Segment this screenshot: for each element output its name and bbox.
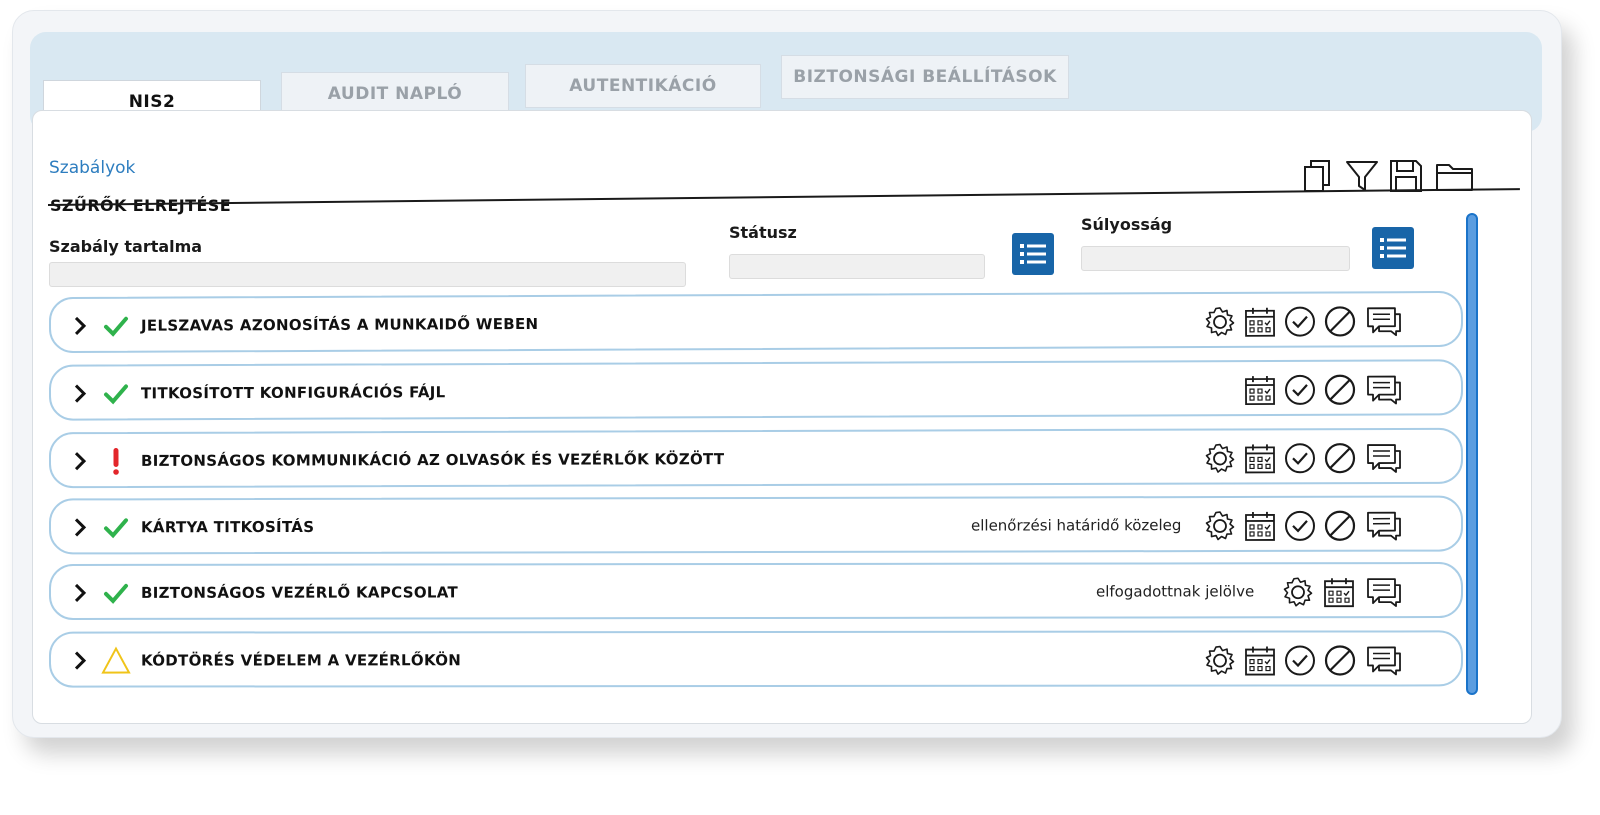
gear-icon[interactable] xyxy=(1281,575,1315,609)
exclamation-icon xyxy=(101,446,131,476)
chevron-right-icon[interactable] xyxy=(71,315,89,337)
calendar-icon[interactable] xyxy=(1243,441,1277,475)
rule-content-label: Szabály tartalma xyxy=(49,237,203,256)
calendar-icon[interactable] xyxy=(1243,373,1277,407)
rule-title: KÓDTÖRÉS VÉDELEM A VEZÉRLŐKÖN xyxy=(140,651,462,670)
block-icon[interactable] xyxy=(1323,509,1357,543)
vertical-scrollbar[interactable] xyxy=(1466,213,1478,695)
severity-list-button[interactable] xyxy=(1372,227,1414,269)
rule-title: BIZTONSÁGOS VEZÉRLŐ KAPCSOLAT xyxy=(140,583,459,602)
block-icon[interactable] xyxy=(1323,441,1357,475)
rule-content-input[interactable] xyxy=(49,262,686,287)
warning-triangle-icon xyxy=(101,646,131,676)
rule-row[interactable]: KÓDTÖRÉS VÉDELEM A VEZÉRLŐKÖN xyxy=(48,630,1464,688)
gear-icon[interactable] xyxy=(1203,441,1237,475)
comment-icon[interactable] xyxy=(1365,304,1403,338)
rule-row[interactable]: TITKOSÍTOTT KONFIGURÁCIÓS FÁJL xyxy=(48,359,1464,421)
block-icon[interactable] xyxy=(1323,304,1357,338)
rule-title: TITKOSÍTOTT KONFIGURÁCIÓS FÁJL xyxy=(140,383,446,403)
comment-icon[interactable] xyxy=(1365,643,1403,677)
save-icon[interactable] xyxy=(1386,156,1426,196)
severity-label: Súlyosság xyxy=(1081,215,1173,234)
calendar-icon[interactable] xyxy=(1243,305,1277,339)
copy-icon[interactable] xyxy=(1298,156,1338,196)
comment-icon[interactable] xyxy=(1365,373,1403,407)
rule-row[interactable]: BIZTONSÁGOS KOMMUNIKÁCIÓ AZ OLVASÓK ÉS V… xyxy=(48,427,1464,489)
calendar-icon[interactable] xyxy=(1243,509,1277,543)
folder-icon[interactable] xyxy=(1434,156,1476,196)
block-icon[interactable] xyxy=(1323,373,1357,407)
checkmark-icon xyxy=(101,378,131,408)
tab-authentication[interactable]: AUTENTIKÁCIÓ xyxy=(525,64,761,108)
rule-note: elfogadottnak jelölve xyxy=(1095,582,1255,601)
rule-title: KÁRTYA TITKOSÍTÁS xyxy=(140,517,315,537)
breadcrumb[interactable]: Szabályok xyxy=(49,158,135,178)
checkmark-icon xyxy=(101,578,131,608)
comment-icon[interactable] xyxy=(1365,575,1403,609)
chevron-right-icon[interactable] xyxy=(71,650,89,672)
tab-security-settings[interactable]: BIZTONSÁGI BEÁLLÍTÁSOK xyxy=(781,55,1069,99)
list-icon xyxy=(1380,238,1406,258)
filter-icon[interactable] xyxy=(1342,156,1382,196)
comment-icon[interactable] xyxy=(1365,441,1403,475)
gear-icon[interactable] xyxy=(1203,644,1237,678)
calendar-icon[interactable] xyxy=(1243,644,1277,678)
check-circle-icon[interactable] xyxy=(1283,373,1317,407)
gear-icon[interactable] xyxy=(1203,509,1237,543)
rule-row[interactable]: BIZTONSÁGOS VEZÉRLŐ KAPCSOLAT elfogadott… xyxy=(48,562,1464,620)
status-label: Státusz xyxy=(729,223,797,242)
comment-icon[interactable] xyxy=(1365,509,1403,543)
chevron-right-icon[interactable] xyxy=(71,516,89,538)
chevron-right-icon[interactable] xyxy=(71,450,89,472)
rule-title: BIZTONSÁGOS KOMMUNIKÁCIÓ AZ OLVASÓK ÉS V… xyxy=(140,450,725,470)
check-circle-icon[interactable] xyxy=(1283,305,1317,339)
check-circle-icon[interactable] xyxy=(1283,509,1317,543)
severity-input[interactable] xyxy=(1081,246,1350,271)
block-icon[interactable] xyxy=(1323,643,1357,677)
chevron-right-icon[interactable] xyxy=(71,582,89,604)
status-list-button[interactable] xyxy=(1012,233,1054,275)
calendar-icon[interactable] xyxy=(1322,575,1356,609)
gear-icon[interactable] xyxy=(1203,305,1237,339)
status-input[interactable] xyxy=(729,254,985,279)
chevron-right-icon[interactable] xyxy=(71,383,89,405)
check-circle-icon[interactable] xyxy=(1283,441,1317,475)
checkmark-icon xyxy=(101,512,131,542)
list-icon xyxy=(1020,244,1046,264)
rule-row[interactable]: KÁRTYA TITKOSÍTÁS ellenőrzési határidő k… xyxy=(48,495,1464,555)
check-circle-icon[interactable] xyxy=(1283,644,1317,678)
rule-note: ellenőrzési határidő közeleg xyxy=(970,516,1182,535)
checkmark-icon xyxy=(101,311,131,341)
rule-title: JELSZAVAS AZONOSÍTÁS A MUNKAIDŐ WEBEN xyxy=(140,314,539,335)
rule-row[interactable]: JELSZAVAS AZONOSÍTÁS A MUNKAIDŐ WEBEN xyxy=(48,290,1464,354)
